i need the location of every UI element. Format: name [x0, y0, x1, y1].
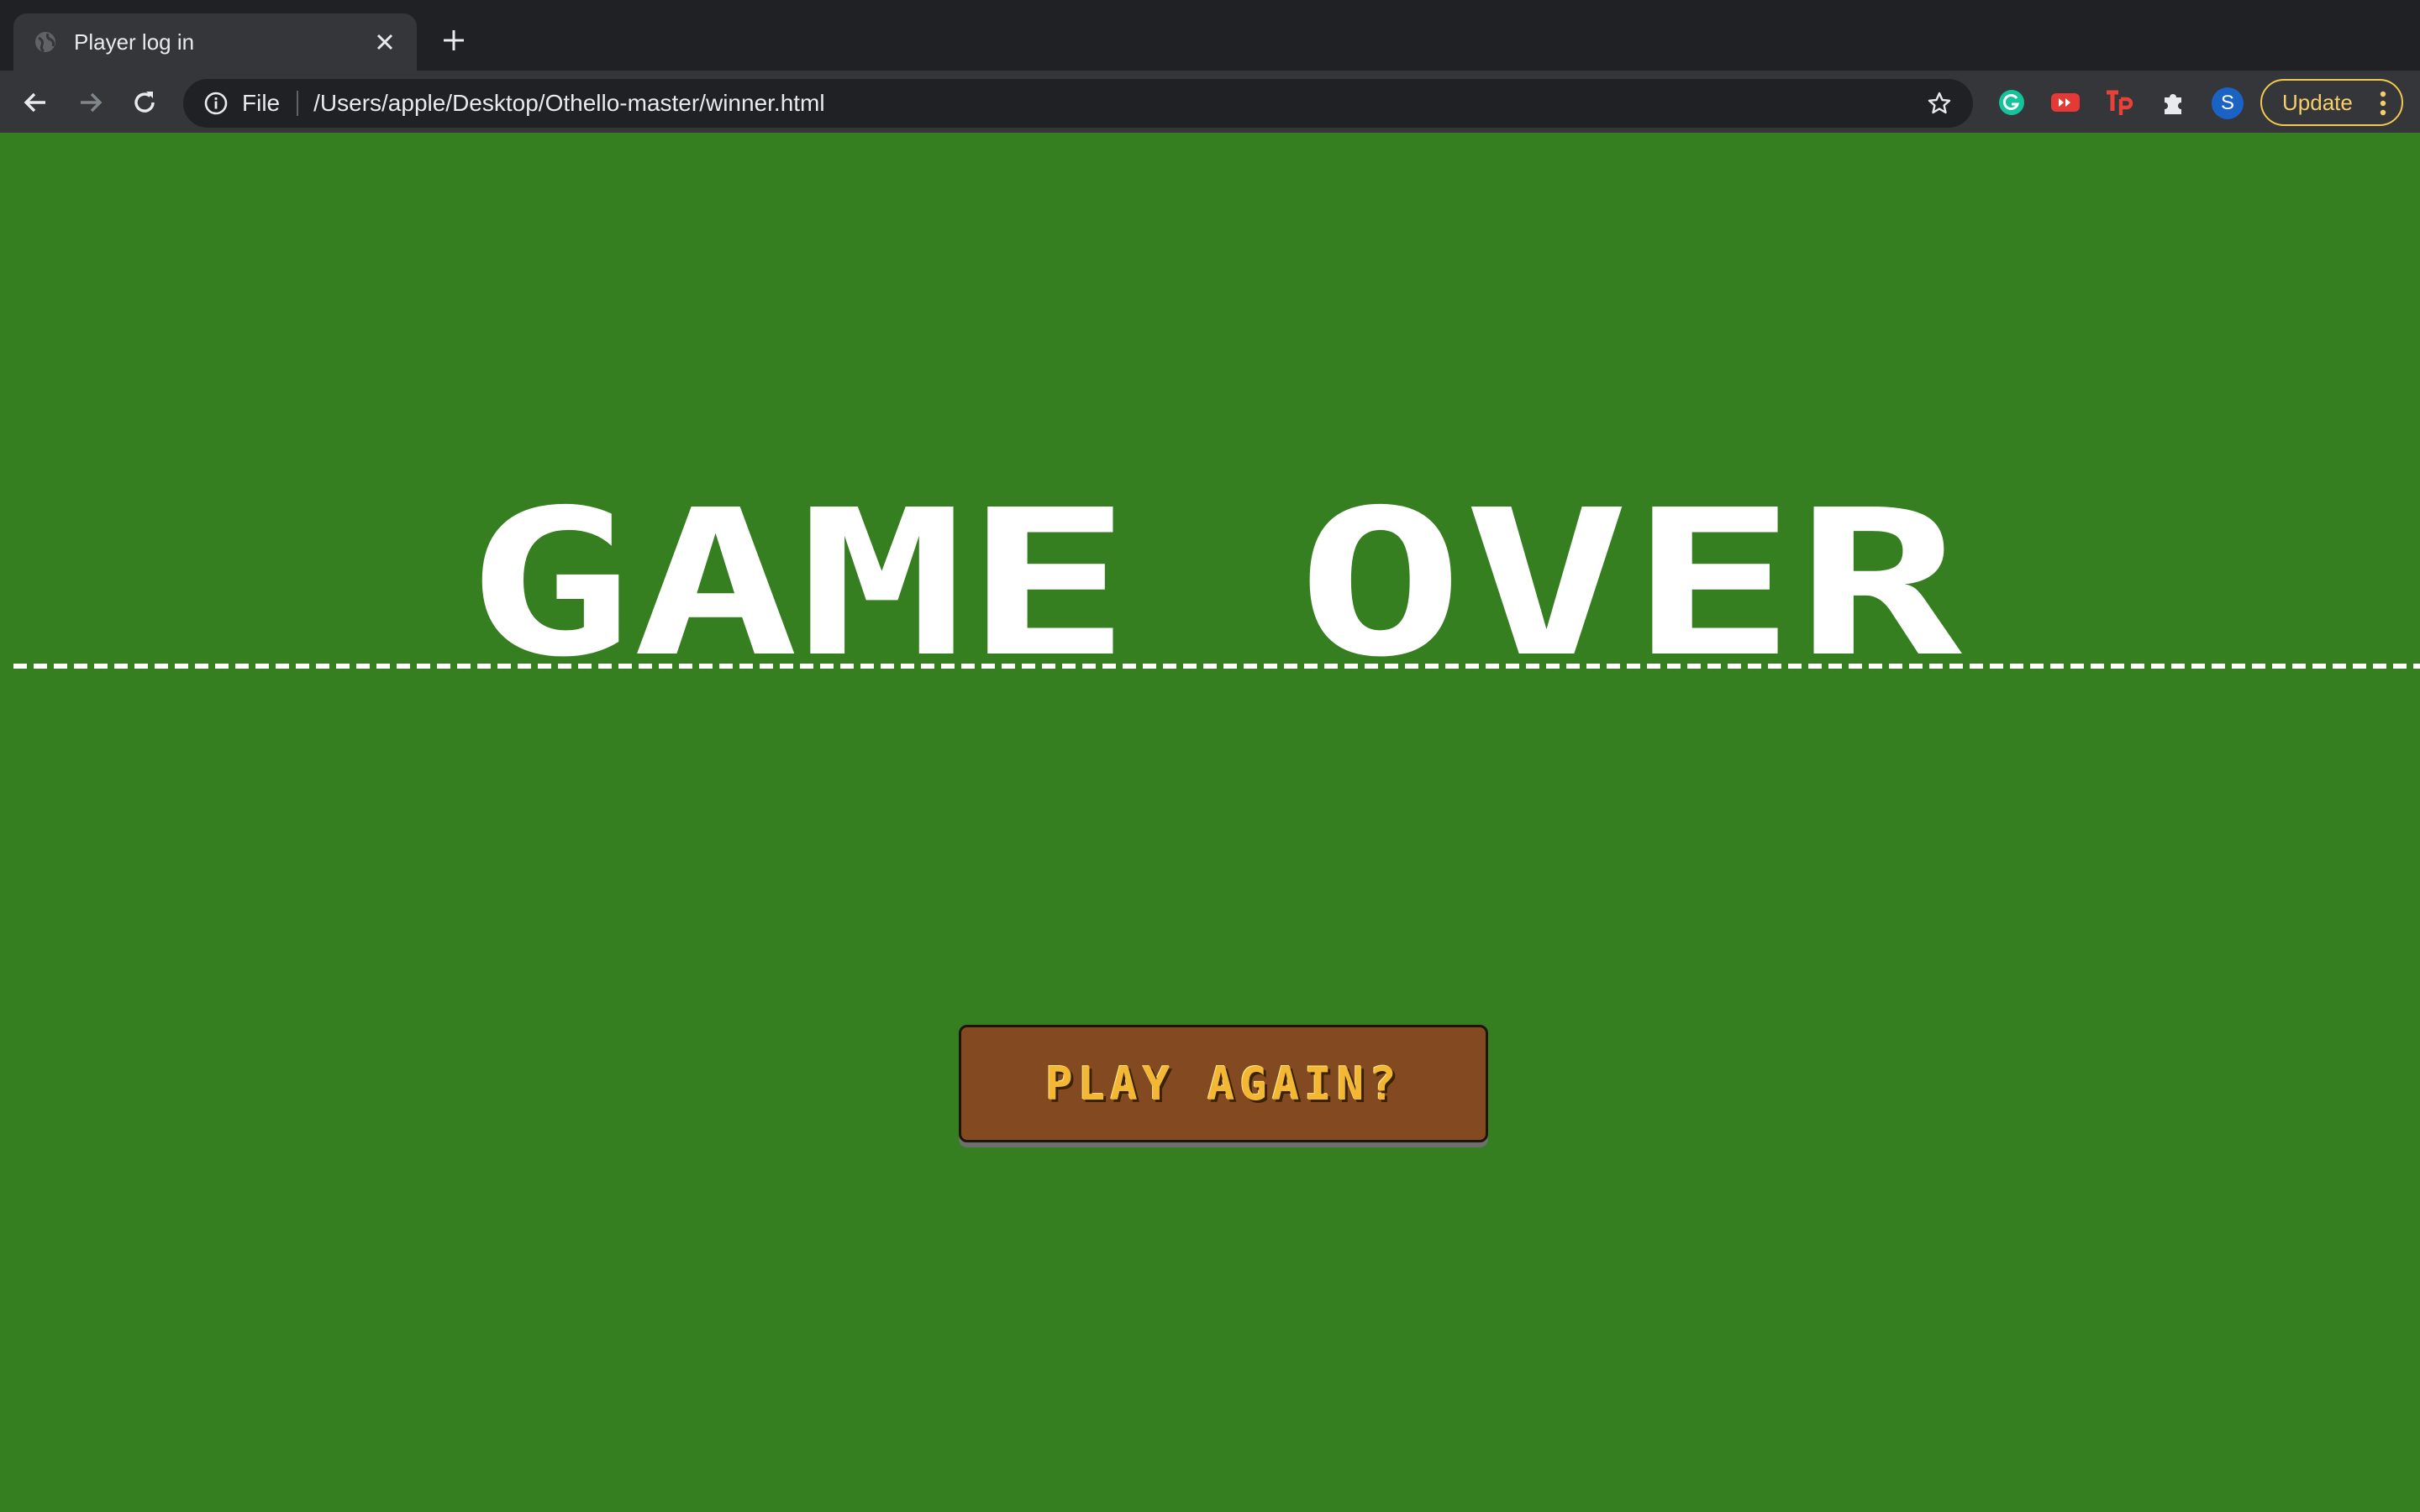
close-icon[interactable]	[370, 27, 400, 57]
play-again-label: PLAY AGAIN?	[1045, 1057, 1402, 1110]
page-content: GAME OVER PLAY AGAIN?	[0, 133, 2420, 1512]
globe-icon	[34, 30, 57, 54]
dashed-divider	[13, 664, 2420, 669]
reload-button[interactable]	[128, 86, 161, 119]
browser-tab[interactable]: Player log in	[13, 13, 417, 71]
youtube-icon[interactable]	[2050, 87, 2081, 118]
play-again-button[interactable]: PLAY AGAIN?	[959, 1025, 1488, 1142]
omnibox-divider	[297, 91, 299, 116]
more-vert-icon[interactable]	[2380, 91, 2386, 116]
scheme-label: File	[242, 90, 281, 116]
update-label: Update	[2282, 89, 2353, 115]
bookmark-star-icon[interactable]	[1924, 88, 1954, 118]
game-over-text: GAME OVER	[466, 492, 1963, 660]
forward-arrow-icon	[81, 92, 103, 113]
address-bar[interactable]: File /Users/apple/Desktop/Othello-master…	[183, 79, 1973, 128]
browser-toolbar: File /Users/apple/Desktop/Othello-master…	[0, 71, 2420, 134]
tab-strip: Player log in	[0, 0, 2420, 71]
tab-title: Player log in	[74, 29, 195, 55]
avatar[interactable]: S	[2212, 87, 2244, 119]
grammarly-icon[interactable]	[1996, 87, 2027, 118]
update-button[interactable]: Update	[2260, 79, 2403, 126]
back-arrow-icon	[24, 92, 45, 113]
plus-icon	[444, 30, 464, 50]
url-text[interactable]: /Users/apple/Desktop/Othello-master/winn…	[313, 90, 1924, 117]
reload-icon	[134, 92, 155, 113]
back-button[interactable]	[18, 86, 52, 119]
game-over-heading: GAME OVER	[466, 492, 1963, 660]
puzzle-icon[interactable]	[2158, 87, 2188, 118]
forward-button[interactable]	[74, 86, 108, 119]
info-icon[interactable]	[202, 89, 230, 118]
new-tab-button[interactable]	[437, 24, 471, 57]
tp-icon[interactable]	[2104, 87, 2134, 118]
